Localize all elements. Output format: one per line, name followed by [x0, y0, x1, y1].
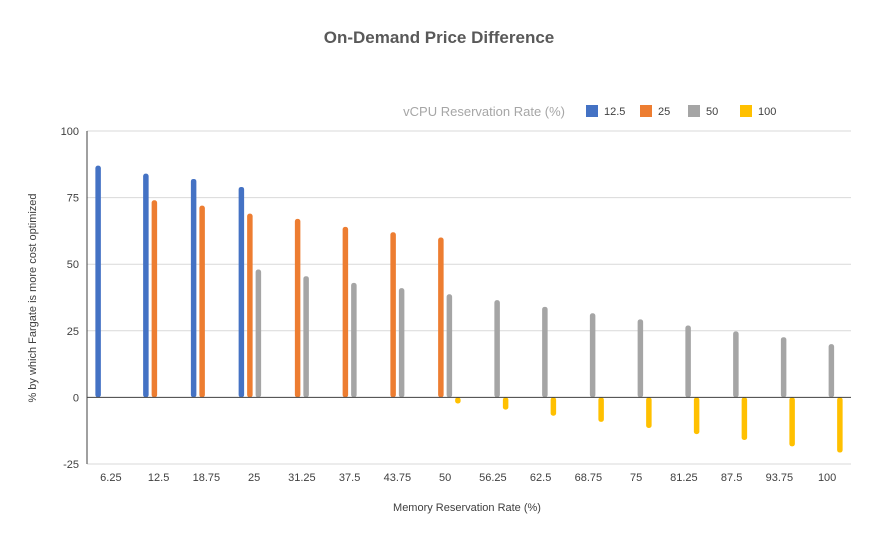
- bar-50-25: [255, 269, 262, 398]
- y-tick-label: 100: [61, 126, 79, 138]
- bar-50-68_75: [589, 313, 596, 398]
- legend-label: 50: [706, 106, 718, 118]
- bar-25-12_5: [151, 200, 158, 398]
- x-tick-label: 62.5: [530, 472, 551, 484]
- bar-100-93_75: [789, 397, 795, 447]
- y-tick-label: 50: [67, 259, 79, 271]
- legend-swatch-12_5: [586, 105, 598, 117]
- x-tick-label: 100: [818, 472, 836, 484]
- chart: On-Demand Price Difference vCPU Reservat…: [27, 28, 851, 514]
- chart-title: On-Demand Price Difference: [324, 28, 555, 47]
- bar-50-50: [446, 294, 453, 398]
- bar-12_5-18_75: [190, 178, 197, 398]
- bar-100-75: [646, 397, 652, 429]
- bar-12_5-25: [238, 186, 245, 398]
- bar-100-100: [837, 397, 843, 453]
- bar-25-25: [247, 213, 253, 398]
- legend-swatch-100: [740, 105, 752, 117]
- bar-50-43_75: [398, 288, 405, 398]
- bar-25-37_5: [342, 226, 349, 398]
- bar-12_5-6_25: [95, 165, 101, 398]
- x-tick-label: 31.25: [288, 472, 316, 484]
- y-tick-label: 25: [67, 326, 79, 338]
- bar-25-31_25: [294, 218, 301, 398]
- bar-25-18_75: [199, 205, 205, 398]
- bar-25-50: [438, 237, 444, 398]
- x-tick-label: 37.5: [339, 472, 360, 484]
- x-tick-label: 68.75: [575, 472, 603, 484]
- legend-swatch-25: [640, 105, 652, 117]
- x-tick-label: 18.75: [193, 472, 221, 484]
- bar-50-37_5: [351, 282, 357, 398]
- x-tick-labels: 6.25 12.5 18.75 25 31.25 37.5 43.75 50 56.25 62.5…: [100, 472, 836, 484]
- bars: [95, 165, 843, 453]
- x-tick-label: 56.25: [479, 472, 507, 484]
- legend-label: 12.5: [604, 106, 625, 118]
- bar-12_5-12_5: [143, 173, 149, 398]
- bar-100-50: [455, 397, 461, 404]
- legend-label: 25: [658, 106, 670, 118]
- bar-50-62_5: [542, 306, 548, 398]
- x-tick-label: 50: [439, 472, 451, 484]
- y-tick-label: 0: [73, 392, 79, 404]
- x-tick-label: 93.75: [766, 472, 794, 484]
- x-tick-label: 81.25: [670, 472, 698, 484]
- legend-label: 100: [758, 106, 776, 118]
- x-tick-label: 25: [248, 472, 260, 484]
- bar-100-62_5: [550, 397, 557, 416]
- bar-50-100: [828, 344, 835, 398]
- bar-100-56_25: [502, 397, 509, 410]
- bar-50-81_25: [685, 325, 691, 398]
- bar-100-81_25: [693, 397, 700, 435]
- x-tick-label: 75: [630, 472, 642, 484]
- bar-50-75: [637, 319, 644, 398]
- legend: vCPU Reservation Rate (%) 12.5 25 50 100: [403, 104, 776, 119]
- x-tick-label: 87.5: [721, 472, 742, 484]
- y-axis-label: % by which Fargate is more cost optimize…: [27, 193, 39, 402]
- x-tick-label: 6.25: [100, 472, 121, 484]
- legend-title: vCPU Reservation Rate (%): [403, 104, 565, 119]
- x-tick-label: 43.75: [384, 472, 412, 484]
- bar-100-87_5: [741, 397, 748, 441]
- x-tick-label: 12.5: [148, 472, 169, 484]
- y-tick-labels: 100 75 50 25 0 -25: [61, 126, 79, 471]
- bar-25-43_75: [390, 232, 396, 398]
- bar-100-68_75: [598, 397, 604, 422]
- bar-50-31_25: [303, 276, 309, 398]
- y-tick-label: 75: [67, 193, 79, 205]
- y-tick-label: -25: [63, 459, 79, 471]
- bar-50-87_5: [733, 331, 739, 398]
- bar-50-56_25: [494, 300, 500, 398]
- legend-swatch-50: [688, 105, 700, 117]
- x-axis-label: Memory Reservation Rate (%): [393, 502, 541, 514]
- bar-50-93_75: [780, 337, 787, 398]
